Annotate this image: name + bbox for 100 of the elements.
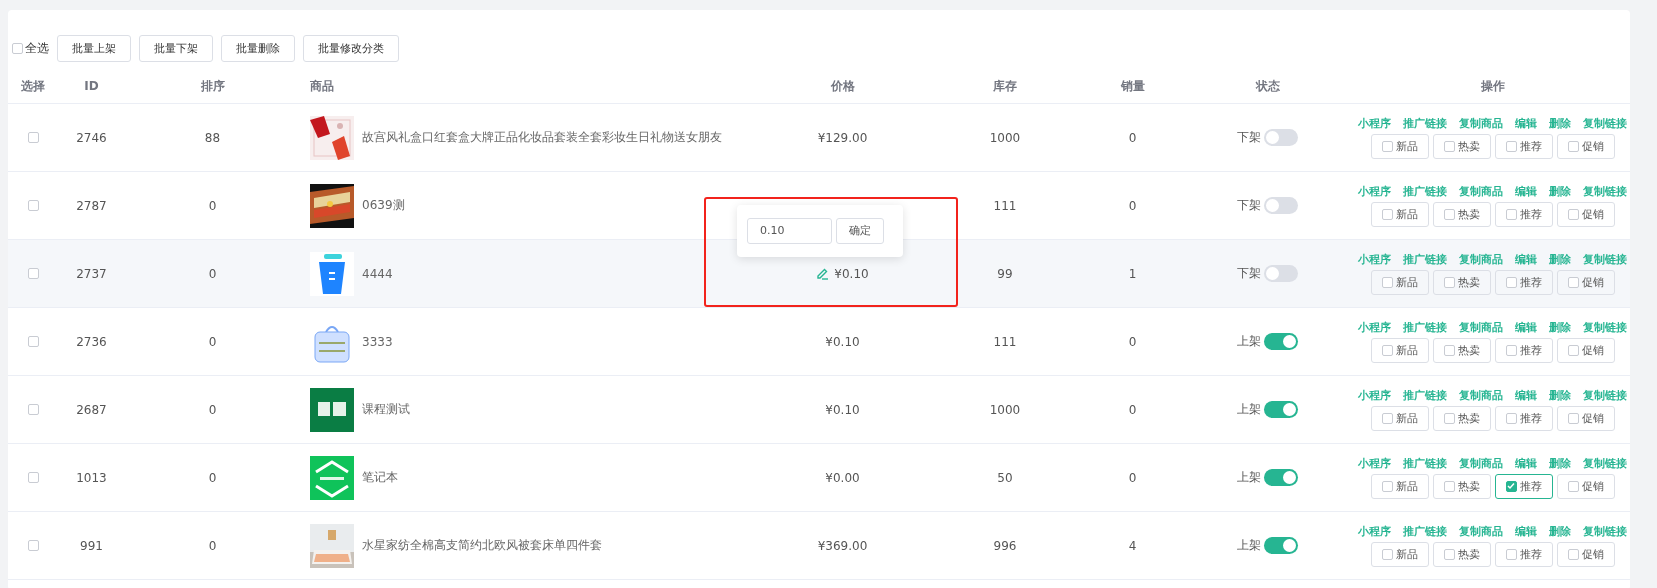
status-toggle[interactable] [1264, 401, 1298, 418]
select-all-checkbox[interactable] [12, 42, 23, 54]
action-link[interactable]: 推广链接 [1403, 456, 1447, 471]
tag-toggle[interactable]: 推荐 [1494, 337, 1553, 363]
action-link[interactable]: 编辑 [1515, 320, 1537, 335]
row-checkbox[interactable] [27, 200, 39, 211]
action-link[interactable]: 编辑 [1515, 524, 1537, 539]
action-link[interactable]: 复制商品 [1459, 388, 1503, 403]
tag-toggle[interactable]: 促销 [1556, 473, 1615, 499]
action-link[interactable]: 小程序 [1358, 252, 1391, 267]
action-link[interactable]: 复制商品 [1459, 524, 1503, 539]
action-link[interactable]: 小程序 [1358, 456, 1391, 471]
action-link[interactable]: 小程序 [1358, 388, 1391, 403]
action-link[interactable]: 复制链接 [1583, 456, 1627, 471]
action-link[interactable]: 删除 [1549, 320, 1571, 335]
row-checkbox[interactable] [27, 336, 39, 347]
pencil-icon[interactable] [816, 267, 830, 280]
status-label: 下架 [1237, 265, 1261, 282]
action-link[interactable]: 删除 [1549, 456, 1571, 471]
row-checkbox[interactable] [27, 404, 39, 415]
action-link[interactable]: 小程序 [1358, 184, 1391, 199]
action-link[interactable]: 删除 [1549, 184, 1571, 199]
status-toggle[interactable] [1264, 333, 1298, 350]
status-toggle[interactable] [1264, 265, 1298, 282]
tag-toggle[interactable]: 促销 [1556, 201, 1615, 227]
tag-toggle[interactable]: 推荐 [1494, 269, 1553, 295]
id-cell-text: 991 [79, 538, 104, 553]
action-link[interactable]: 编辑 [1515, 456, 1537, 471]
price-input[interactable]: 0.10 [747, 217, 832, 244]
tag-toggle[interactable]: 推荐 [1494, 405, 1553, 431]
tag-toggle[interactable]: 推荐 [1494, 473, 1553, 499]
row-checkbox[interactable] [27, 132, 39, 143]
row-checkbox[interactable] [27, 472, 39, 483]
tag-checkbox [1567, 276, 1579, 288]
action-link[interactable]: 删除 [1549, 524, 1571, 539]
tag-toggle[interactable]: 热卖 [1432, 133, 1491, 159]
confirm-button[interactable]: 确定 [836, 217, 884, 244]
tag-toggle[interactable]: 促销 [1556, 269, 1615, 295]
tag-toggle[interactable]: 新品 [1370, 269, 1429, 295]
action-link[interactable]: 小程序 [1358, 524, 1391, 539]
action-link[interactable]: 复制链接 [1583, 252, 1627, 267]
batch-button[interactable]: 批量上架 [57, 34, 131, 62]
action-link[interactable]: 编辑 [1515, 252, 1537, 267]
tag-toggle[interactable]: 推荐 [1494, 201, 1553, 227]
action-link[interactable]: 删除 [1549, 388, 1571, 403]
tag-toggle[interactable]: 热卖 [1432, 473, 1491, 499]
tag-toggle[interactable]: 促销 [1556, 133, 1615, 159]
action-link[interactable]: 推广链接 [1403, 320, 1447, 335]
action-link[interactable]: 复制链接 [1583, 184, 1627, 199]
tag-toggle[interactable]: 推荐 [1494, 133, 1553, 159]
action-link[interactable]: 复制商品 [1459, 184, 1503, 199]
action-link[interactable]: 复制商品 [1459, 116, 1503, 131]
action-link[interactable]: 推广链接 [1403, 524, 1447, 539]
action-link[interactable]: 小程序 [1358, 116, 1391, 131]
tag-toggle[interactable]: 热卖 [1432, 405, 1491, 431]
action-link[interactable]: 复制商品 [1459, 456, 1503, 471]
action-link[interactable]: 复制链接 [1583, 320, 1627, 335]
status-toggle[interactable] [1264, 537, 1298, 554]
column-header: 排序 [199, 77, 226, 95]
column-header: 价格 [829, 77, 856, 95]
action-link[interactable]: 删除 [1549, 116, 1571, 131]
action-link[interactable]: 推广链接 [1403, 388, 1447, 403]
tag-toggle[interactable]: 热卖 [1432, 201, 1491, 227]
tag-toggle[interactable]: 新品 [1370, 337, 1429, 363]
action-link[interactable]: 推广链接 [1403, 116, 1447, 131]
action-link[interactable]: 复制链接 [1583, 388, 1627, 403]
tag-toggle[interactable]: 新品 [1370, 133, 1429, 159]
action-link[interactable]: 编辑 [1515, 388, 1537, 403]
action-link[interactable]: 复制链接 [1583, 116, 1627, 131]
batch-button[interactable]: 批量删除 [221, 34, 295, 62]
row-checkbox[interactable] [27, 268, 39, 279]
tag-toggle[interactable]: 促销 [1556, 405, 1615, 431]
action-link[interactable]: 编辑 [1515, 116, 1537, 131]
id-cell-text: 1013 [75, 470, 108, 485]
status-toggle[interactable] [1264, 129, 1298, 146]
batch-button[interactable]: 批量下架 [139, 34, 213, 62]
sort-cell-text: 0 [207, 470, 218, 485]
batch-button[interactable]: 批量修改分类 [303, 34, 399, 62]
status-label: 上架 [1237, 537, 1261, 554]
tag-toggle[interactable]: 热卖 [1432, 269, 1491, 295]
action-link[interactable]: 复制链接 [1583, 524, 1627, 539]
tag-toggle[interactable]: 新品 [1370, 405, 1429, 431]
row-checkbox[interactable] [27, 540, 39, 551]
tag-toggle[interactable]: 促销 [1556, 337, 1615, 363]
action-link[interactable]: 编辑 [1515, 184, 1537, 199]
action-link[interactable]: 复制商品 [1459, 320, 1503, 335]
action-link[interactable]: 删除 [1549, 252, 1571, 267]
tag-toggle[interactable]: 促销 [1556, 541, 1615, 567]
tag-toggle[interactable]: 新品 [1370, 473, 1429, 499]
tag-toggle[interactable]: 新品 [1370, 541, 1429, 567]
action-link[interactable]: 复制商品 [1459, 252, 1503, 267]
action-link[interactable]: 小程序 [1358, 320, 1391, 335]
tag-toggle[interactable]: 热卖 [1432, 541, 1491, 567]
action-link[interactable]: 推广链接 [1403, 252, 1447, 267]
action-link[interactable]: 推广链接 [1403, 184, 1447, 199]
tag-toggle[interactable]: 推荐 [1494, 541, 1553, 567]
tag-toggle[interactable]: 热卖 [1432, 337, 1491, 363]
status-toggle[interactable] [1264, 469, 1298, 486]
status-toggle[interactable] [1264, 197, 1298, 214]
tag-toggle[interactable]: 新品 [1370, 201, 1429, 227]
